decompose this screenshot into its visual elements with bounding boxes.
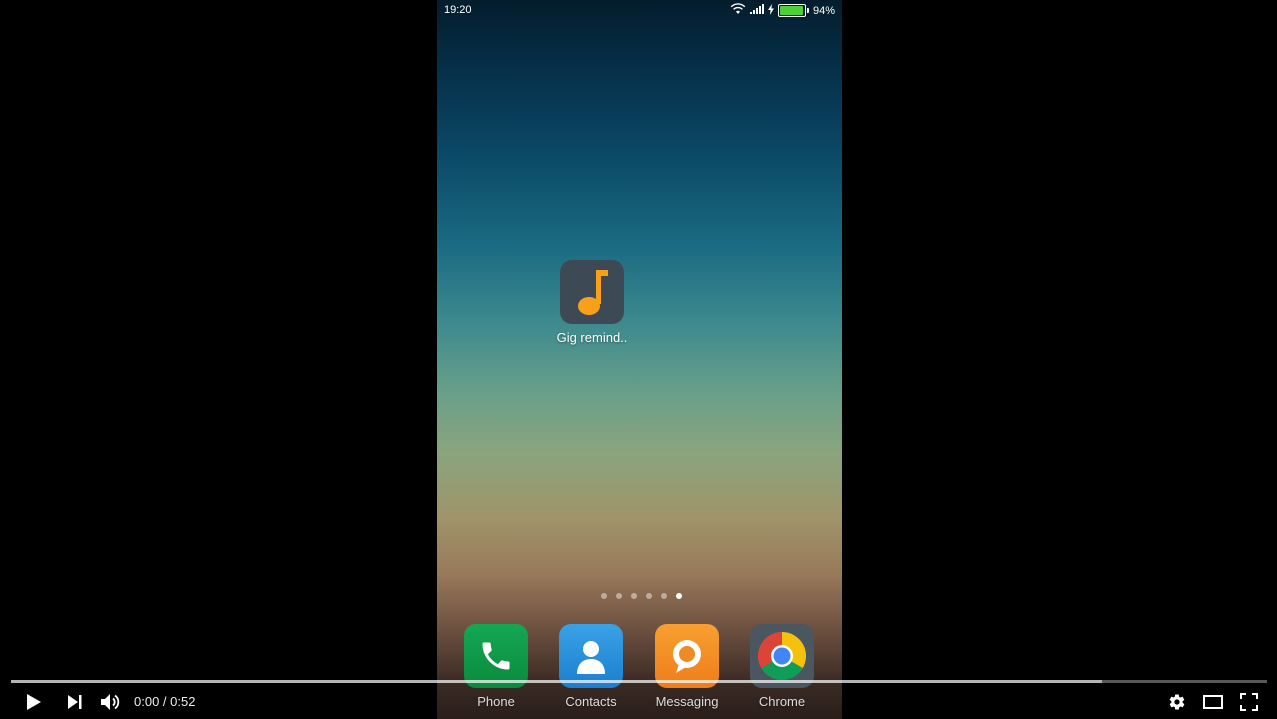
- page-dot[interactable]: [616, 593, 622, 599]
- music-note-icon: [560, 260, 624, 324]
- theater-mode-icon: [1203, 694, 1223, 709]
- gear-icon: [1169, 694, 1185, 710]
- play-button[interactable]: [20, 684, 48, 719]
- progress-bar[interactable]: [11, 680, 1267, 683]
- contacts-icon: [559, 624, 623, 688]
- fullscreen-icon: [1240, 692, 1258, 711]
- battery-level: [779, 6, 803, 15]
- time-display: 0:00 / 0:52: [134, 684, 195, 719]
- page-dot[interactable]: [631, 593, 637, 599]
- status-time: 19:20: [444, 4, 472, 16]
- theater-mode-button[interactable]: [1199, 684, 1227, 719]
- status-bar: 19:20 94%: [437, 0, 842, 20]
- time-separator: /: [159, 694, 171, 709]
- charging-icon: [767, 3, 774, 18]
- progress-loaded: [11, 680, 1103, 683]
- signal-icon: [749, 4, 764, 17]
- player-controls: 0:00 / 0:52: [0, 684, 1277, 719]
- status-indicators: 94%: [730, 3, 835, 18]
- video-player[interactable]: 19:20 94% Gig remind.. Phone Contacts Me…: [0, 0, 1277, 719]
- battery-icon: [777, 4, 809, 17]
- settings-button[interactable]: [1164, 684, 1190, 719]
- skip-next-icon: [68, 694, 82, 709]
- wifi-icon: [730, 3, 746, 18]
- play-icon: [27, 693, 41, 710]
- page-indicator: [437, 593, 842, 599]
- phone-screen: 19:20 94% Gig remind.. Phone Contacts Me…: [437, 0, 842, 719]
- message-bubble-icon: [655, 624, 719, 688]
- next-button[interactable]: [62, 684, 88, 719]
- battery-percent: 94%: [812, 4, 835, 17]
- current-time: 0:00: [134, 694, 160, 709]
- volume-icon: [101, 693, 120, 710]
- page-dot[interactable]: [661, 593, 667, 599]
- phone-icon: [464, 624, 528, 688]
- page-dot[interactable]: [601, 593, 607, 599]
- fullscreen-button[interactable]: [1236, 684, 1262, 719]
- app-gig-reminder[interactable]: Gig remind..: [552, 260, 632, 345]
- page-dot[interactable]: [646, 593, 652, 599]
- duration: 0:52: [170, 694, 196, 709]
- mute-button[interactable]: [97, 684, 125, 719]
- page-dot-active[interactable]: [676, 593, 682, 599]
- app-label: Gig remind..: [556, 330, 628, 345]
- chrome-icon: [750, 624, 814, 688]
